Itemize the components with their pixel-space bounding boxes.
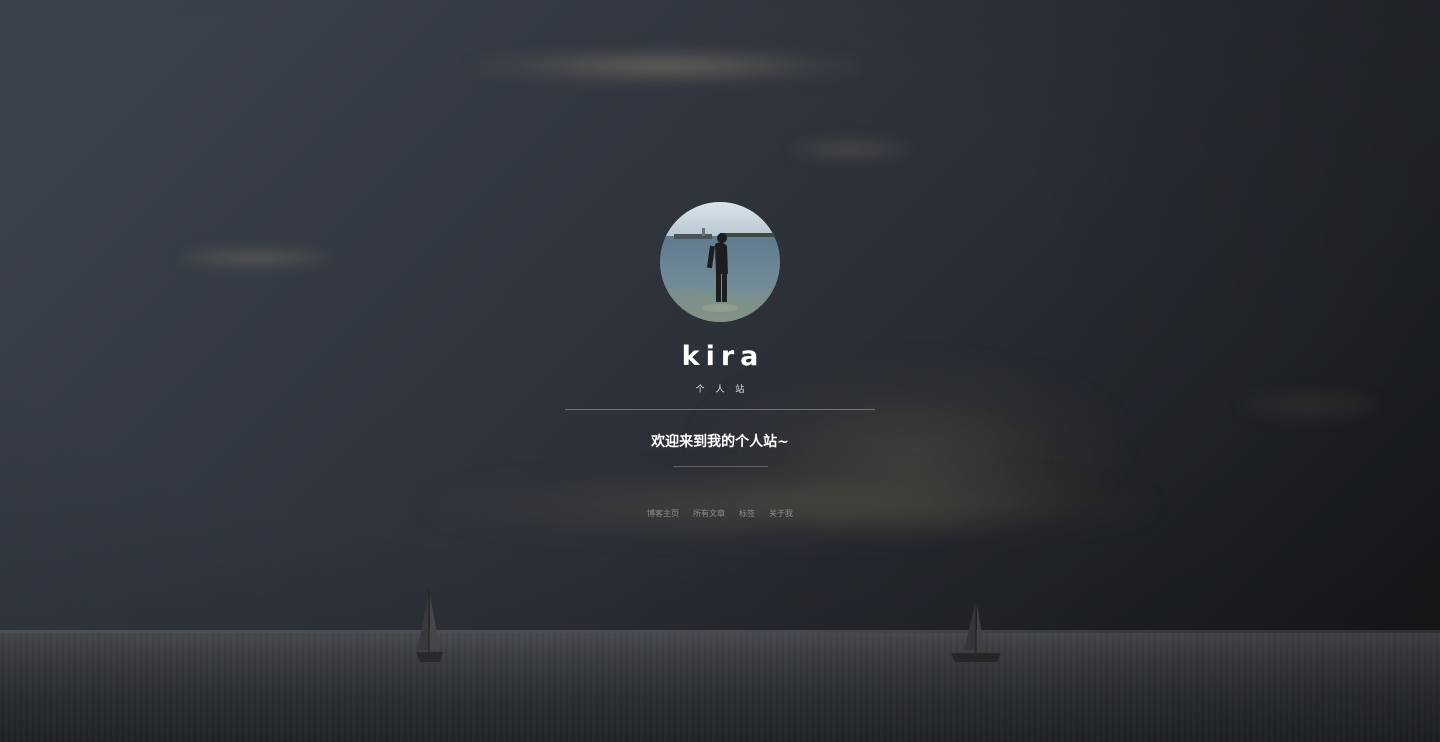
- nav-link-about[interactable]: 关于我: [769, 508, 793, 520]
- main-nav: 博客主页 所有文章 标签 关于我: [647, 508, 793, 520]
- nav-link-all-posts[interactable]: 所有文章: [693, 508, 725, 520]
- nav-link-blog-home[interactable]: 博客主页: [647, 508, 679, 520]
- site-owner-name: kira: [681, 341, 765, 372]
- welcome-message: 欢迎来到我的个人站~: [651, 434, 789, 450]
- site-subtitle: 个 人 站: [695, 385, 749, 395]
- avatar-image: [660, 202, 780, 322]
- landing-page: kira 个 人 站 欢迎来到我的个人站~ 博客主页 所有文章 标签 关于我: [0, 0, 1440, 742]
- nav-link-tags[interactable]: 标签: [739, 508, 755, 520]
- background-sea: [0, 630, 1440, 742]
- sailboat-right: [951, 598, 1001, 662]
- sailboat-left: [416, 590, 443, 662]
- divider: [565, 409, 875, 410]
- background-cloud: [470, 48, 860, 84]
- background-cloud: [790, 138, 910, 160]
- avatar: [660, 202, 780, 322]
- profile-section: kira 个 人 站 欢迎来到我的个人站~ 博客主页 所有文章 标签 关于我: [0, 202, 1440, 520]
- divider: [672, 466, 768, 467]
